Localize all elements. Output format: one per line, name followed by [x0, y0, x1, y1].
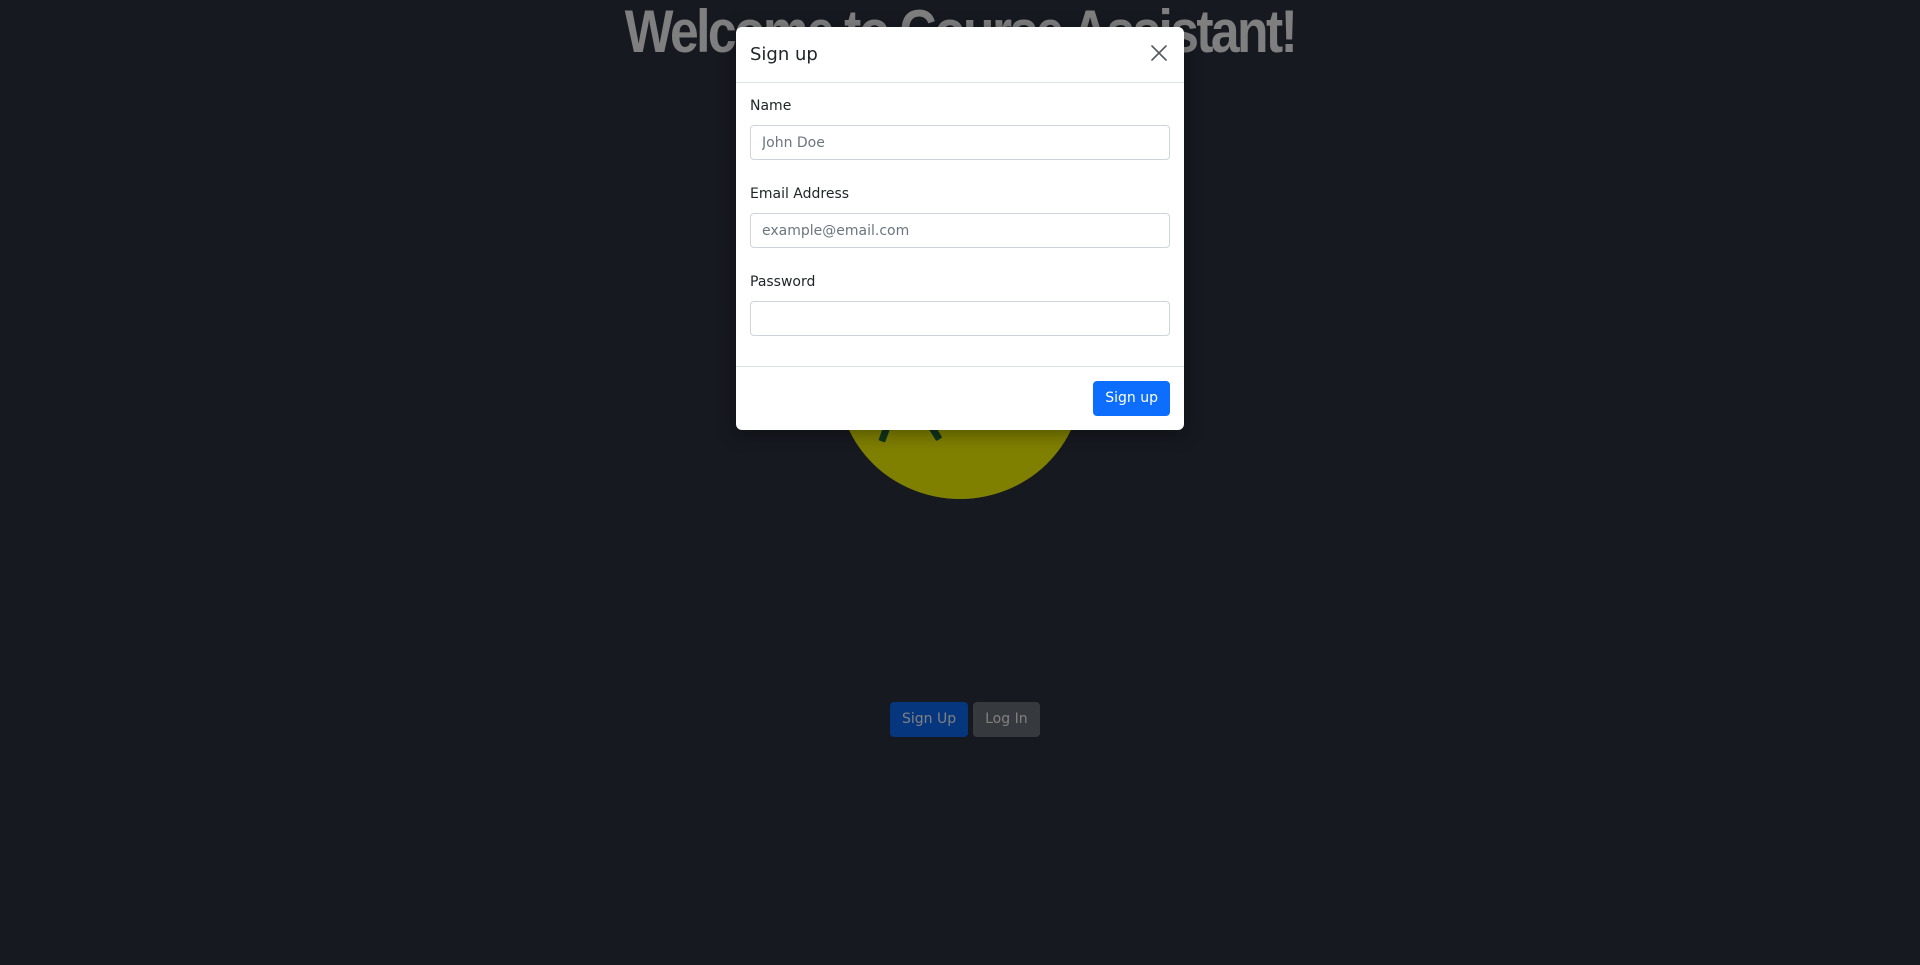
name-label: Name [750, 98, 792, 114]
modal-footer: Sign up [736, 367, 1184, 430]
email-label: Email Address [750, 186, 850, 202]
signup-modal: Sign up Name Email Address Password Sign… [736, 27, 1184, 430]
email-field-group: Email Address [750, 185, 1170, 248]
close-button[interactable] [1148, 44, 1170, 66]
password-input[interactable] [750, 301, 1170, 336]
signup-form: Name Email Address Password [736, 83, 1184, 393]
password-label: Password [750, 274, 816, 290]
signup-submit-button[interactable]: Sign up [1093, 381, 1170, 416]
modal-header: Sign up [736, 27, 1184, 83]
close-icon [1151, 45, 1167, 64]
email-input[interactable] [750, 213, 1170, 248]
name-input[interactable] [750, 125, 1170, 160]
modal-title: Sign up [750, 44, 818, 65]
name-field-group: Name [750, 97, 1170, 160]
password-field-group: Password [750, 273, 1170, 336]
